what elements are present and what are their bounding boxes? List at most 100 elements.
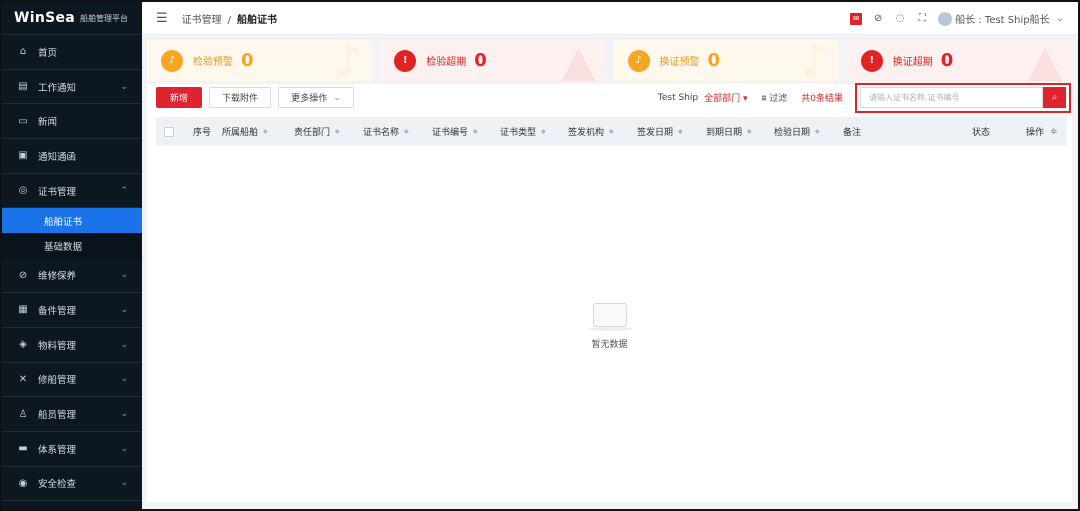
column-header[interactable]: 检验日期 ◆ [774, 117, 820, 146]
sidebar-item-spare-parts[interactable]: ▦ 备件管理 ⌄ [2, 293, 142, 328]
user-menu[interactable]: 船长 : Test Ship船长 ⌄ [938, 11, 1064, 26]
download-attachment-button[interactable]: 下载附件 [209, 87, 271, 108]
sidebar-item-safety[interactable]: ◉ 安全检查 ⌄ [2, 467, 142, 502]
mail-icon[interactable]: ✉ [850, 12, 863, 25]
column-header: 操作 ≑ [1026, 117, 1058, 146]
department-label: 全部部门 [704, 94, 741, 104]
sidebar-item-ship-repair[interactable]: ✕ 修船管理 ⌄ [2, 363, 142, 398]
column-header: 状态 [972, 117, 990, 146]
chevron-down-icon: ⌄ [120, 304, 128, 315]
fullscreen-icon[interactable]: ⛶ [916, 13, 928, 25]
more-actions-label: 更多操作 [291, 94, 328, 104]
news-icon: ▭ [18, 115, 28, 127]
sort-icon: ◆ [335, 128, 340, 135]
sidebar-item-materials[interactable]: ◈ 物料管理 ⌄ [2, 328, 142, 363]
sidebar-item-label: 证书管理 [38, 186, 77, 198]
chevron-down-icon: ⌄ [333, 92, 341, 103]
department-dropdown[interactable]: 全部部门 ▾ [704, 91, 747, 104]
more-actions-dropdown[interactable]: 更多操作 ⌄ [278, 87, 354, 108]
column-header[interactable]: 所属船舶 ◆ [222, 117, 268, 146]
materials-icon: ◈ [19, 339, 27, 351]
chevron-down-icon: ⌄ [120, 270, 128, 281]
certificate-icon: ◎ [18, 185, 28, 197]
breadcrumb-parent[interactable]: 证书管理 [182, 15, 222, 26]
brand-subtitle: 船舶管理平台 [80, 13, 129, 23]
filter-icon: ⩩ [761, 94, 767, 104]
column-label: 到期日期 [706, 128, 743, 138]
sidebar-item-label: 首页 [38, 47, 58, 59]
sidebar-item-label: 工作通知 [38, 82, 77, 94]
stats-row: ♪ 检验预警 0 ♪ ! 检验超期 0 ▲ ♪ 换证预警 0 ♪ ! 换证超期 … [147, 40, 1072, 81]
brand-logo: WinSea [14, 10, 76, 26]
sidebar-subitem-basic-data[interactable]: 基础数据 [2, 233, 142, 258]
alert-watermark-icon: ▲ [1028, 40, 1062, 81]
user-name: 船长 : Test Ship船长 [955, 15, 1050, 26]
stat-value: 0 [241, 50, 254, 71]
stat-inspection-overdue[interactable]: ! 检验超期 0 ▲ [380, 40, 606, 81]
column-label: 所属船舶 [222, 128, 259, 138]
breadcrumb: 证书管理 / 船舶证书 [182, 11, 277, 26]
alert-icon: ! [860, 49, 883, 72]
column-label: 责任部门 [294, 128, 331, 138]
column-label: 证书类型 [500, 128, 537, 138]
sidebar-item-system[interactable]: ▬ 体系管理 ⌄ [2, 432, 142, 467]
stat-inspection-warning[interactable]: ♪ 检验预警 0 ♪ [147, 40, 373, 81]
search-box: ⌕ [855, 82, 1071, 113]
certificate-submenu: 船舶证书 基础数据 [2, 208, 142, 259]
filter-button[interactable]: ⩩ 过滤 [762, 91, 788, 104]
sidebar-item-label: 物料管理 [38, 340, 77, 352]
column-label: 签发机构 [568, 128, 605, 138]
sidebar-menu-rest: ⊘ 维修保养 ⌄ ▦ 备件管理 ⌄ ◈ 物料管理 ⌄ ✕ 修船管理 ⌄ ♙ 船员管理 ⌄ ▬ 体系管理… [2, 258, 142, 502]
sidebar-item-news[interactable]: ▭ 新闻 [2, 104, 142, 140]
column-label: 操作 [1026, 128, 1045, 138]
column-settings-icon[interactable]: ≑ [1050, 127, 1058, 137]
stat-renewal-warning[interactable]: ♪ 换证预警 0 ♪ [613, 40, 839, 81]
sidebar-subitem-ship-certificate[interactable]: 船舶证书 [2, 208, 142, 234]
caret-down-icon: ▾ [743, 94, 748, 104]
sort-icon: ◆ [541, 128, 546, 135]
compass-icon[interactable]: ⊘ [872, 13, 884, 25]
column-header[interactable]: 证书编号 ◆ [432, 117, 478, 146]
sidebar-item-circular[interactable]: ▣ 通知通函 [2, 139, 142, 174]
sidebar-item-home[interactable]: ⌂ 首页 [2, 35, 142, 70]
column-header[interactable]: 签发机构 ◆ [568, 117, 614, 146]
search-icon[interactable]: ⌕ [1043, 87, 1066, 108]
alert-watermark-icon: ▲ [561, 40, 596, 81]
breadcrumb-separator: / [227, 14, 232, 26]
chevron-down-icon: ⌄ [120, 478, 128, 489]
certificate-panel: 新增 下载附件 更多操作 ⌄ Test Ship 全部部门 ▾ ⩩ 过滤 共0条… [147, 82, 1072, 502]
search-input[interactable] [860, 87, 1043, 108]
stat-label: 检验预警 [193, 57, 233, 68]
column-header[interactable]: 责任部门 ◆ [294, 117, 340, 146]
column-header[interactable]: 到期日期 ◆ [706, 117, 752, 146]
bell-icon: ♪ [627, 49, 650, 72]
chevron-down-icon: ⌄ [120, 374, 128, 385]
column-header[interactable]: 证书名称 ◆ [363, 117, 409, 146]
sidebar-item-certificate[interactable]: ◎ 证书管理 ⌃ [2, 174, 142, 209]
sidebar-item-maintenance[interactable]: ⊘ 维修保养 ⌄ [2, 258, 142, 294]
chevron-down-icon: ⌄ [120, 339, 128, 350]
new-button[interactable]: 新增 [156, 87, 202, 108]
filter-label: 过滤 [769, 94, 788, 104]
stat-value: 0 [940, 50, 954, 71]
language-icon[interactable]: ◌ [894, 13, 906, 25]
bell-watermark-icon: ♪ [800, 40, 829, 81]
menu-toggle-icon[interactable]: ☰ [156, 11, 168, 26]
spare-parts-icon: ▦ [18, 304, 28, 316]
chevron-down-icon: ⌄ [120, 443, 128, 454]
column-header[interactable]: 签发日期 ◆ [637, 117, 683, 146]
sidebar-item-label: 备件管理 [38, 305, 77, 317]
sidebar-menu: ⌂ 首页 ▤ 工作通知 ⌄ ▭ 新闻 ▣ 通知通函 ◎ 证书管理 ⌃ [2, 35, 142, 209]
column-header: 备注 [843, 117, 861, 146]
stat-renewal-overdue[interactable]: ! 换证超期 0 ▲ [846, 40, 1072, 81]
checkbox [164, 126, 174, 137]
sidebar-item-label: 安全检查 [38, 479, 77, 491]
select-all-checkbox[interactable] [164, 117, 174, 146]
column-header[interactable]: 证书类型 ◆ [500, 117, 546, 146]
maintenance-icon: ⊘ [18, 269, 28, 281]
alert-icon: ! [394, 49, 417, 72]
sidebar-item-label: 通知通函 [38, 151, 77, 163]
sidebar-item-work-notice[interactable]: ▤ 工作通知 ⌄ [2, 70, 142, 105]
sidebar-item-crew[interactable]: ♙ 船员管理 ⌄ [2, 397, 142, 432]
bell-watermark-icon: ♪ [334, 40, 363, 81]
